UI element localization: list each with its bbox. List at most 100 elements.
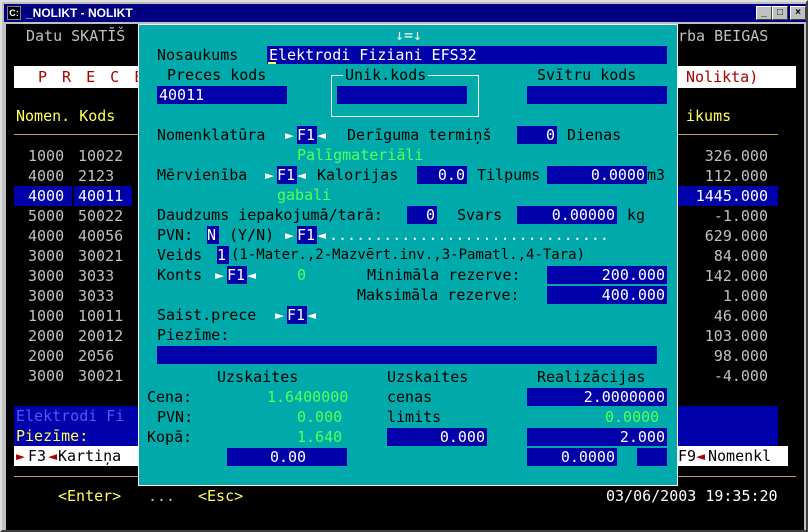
row-nomen[interactable]: 3000 [28,286,64,306]
row-nomen[interactable]: 1000 [28,306,64,326]
row-nomen[interactable]: 4000 [28,166,64,186]
minimize-button[interactable]: _ [756,6,772,20]
nosaukums-label: Nosaukums [157,46,239,64]
realizacijas-cena-input[interactable]: 2.0000000 [527,388,667,406]
row-kods[interactable]: 10011 [78,306,123,326]
bottom-right-extra[interactable] [637,448,667,466]
tilpums-label: Tilpums [477,166,541,184]
row-kods[interactable]: 2123 [78,166,114,186]
row-nomen[interactable]: 3000 [28,266,64,286]
column-header-left: Nomen. Kods [16,107,116,125]
row-nomen[interactable]: 4000 [28,226,64,246]
pvn-dots: ............................... [329,226,609,244]
row-kods[interactable]: 50022 [78,206,123,226]
arrow-right-icon: ► [285,226,295,244]
daudzums-input[interactable]: 0 [407,206,437,224]
row-kods[interactable]: 3033 [78,266,114,286]
row-nomen[interactable]: 2000 [28,346,64,366]
row-value[interactable]: 1445.000 [696,186,768,206]
text-cursor [268,62,276,64]
max-label: Maksimāla rezerve: [357,286,520,304]
row-nomen[interactable]: 4000 [28,186,64,206]
enter-key[interactable]: <Enter> [58,486,121,506]
row-value[interactable]: -4.000 [714,366,768,386]
row-value[interactable]: 1.000 [723,286,768,306]
row-nomen[interactable]: 2000 [28,326,64,346]
row-nomen[interactable]: 5000 [28,206,64,226]
min-label: Minimāla rezerve: [367,266,521,284]
dialog-top-marker: ↓=↓ [395,26,423,44]
row-value[interactable]: 142.000 [705,266,768,286]
row-nomen[interactable]: 1000 [28,146,64,166]
kopa-mid-input[interactable]: 0.000 [387,428,487,446]
konts-label: Konts [157,266,203,284]
row-value[interactable]: -1.000 [714,206,768,226]
row-kods[interactable]: 40011 [78,186,123,206]
max-input[interactable]: 400.000 [547,286,667,304]
f3-key: F3 [28,447,47,465]
bottom-left-input[interactable]: 0.00 [227,448,347,466]
arrow-left-icon: ◄ [317,126,327,144]
dienas-label: Dienas [567,126,622,144]
deriguma-input[interactable]: 0 [517,126,557,144]
row-kods[interactable]: 30021 [78,366,123,386]
row-kods[interactable]: 30021 [78,246,123,266]
kopa-real-input[interactable]: 2.000 [527,428,667,446]
kalorijas-input[interactable]: 0.0 [417,166,467,184]
row-kods[interactable]: 10022 [78,146,123,166]
nomenklatura-f1[interactable]: F1 [297,126,317,144]
tilpums-input[interactable]: 0.0000 [547,166,647,184]
menu-right[interactable]: rba BEIGAS [678,26,768,46]
konts-f1[interactable]: F1 [227,266,247,284]
nomenkl-label: Nomenkl [708,447,772,465]
esc-key[interactable]: <Esc> [198,486,243,506]
uzskaites-header-2: Uzskaites [387,368,469,386]
veids-hint: (1-Mater.,2-Mazvērt.inv.,3-Pamatl.,4-Tar… [231,247,586,263]
menu-left[interactable]: Datu SKATĪŠ [26,26,125,46]
piezime-input[interactable] [157,346,657,364]
kg-label: kg [627,206,646,224]
row-nomen[interactable]: 3000 [28,366,64,386]
row-kods[interactable]: 3033 [78,286,114,306]
row-value[interactable]: 46.000 [714,306,768,326]
bottom-right-input[interactable]: 0.0000 [527,448,617,466]
svitru-kods-input[interactable] [527,86,667,104]
arrow-left-icon: ◄ [317,226,327,244]
row-value[interactable]: 629.000 [705,226,768,246]
row-kods[interactable]: 20012 [78,326,123,346]
maximize-button[interactable]: □ [772,6,788,20]
mervieniba-f1[interactable]: F1 [277,166,297,184]
svars-input[interactable]: 0.00000 [517,206,617,224]
f9-key: F9 [678,447,697,465]
console-screen: Datu SKATĪŠ rba BEIGAS P R E C E Nolikta… [6,24,804,530]
piezime-label: Piezīme: [16,427,89,445]
row-nomen[interactable]: 3000 [28,246,64,266]
item-name: Elektrodi Fi [16,407,125,425]
dos-icon[interactable]: C: [7,6,21,20]
veids-label: Veids [157,246,203,264]
nosaukums-input[interactable]: Elektrodi Fiziani EFS32 [267,46,667,64]
title-bar[interactable]: C: _NOLIKT - NOLIKT _ □ × [4,4,806,22]
row-kods[interactable]: 40056 [78,226,123,246]
row-value[interactable]: 98.000 [714,346,768,366]
arrow-right-icon: ► [285,126,295,144]
veids-input[interactable]: 1 [217,246,229,264]
cena-label: Cena: [147,388,193,406]
saist-label: Saist.prece [157,306,257,324]
row-value[interactable]: 326.000 [705,146,768,166]
kopa-value: 1.640 [297,428,343,446]
saist-f1[interactable]: F1 [287,306,307,324]
row-value[interactable]: 112.000 [705,166,768,186]
close-button[interactable]: × [790,6,806,20]
row-value[interactable]: 84.000 [714,246,768,266]
row-value[interactable]: 103.000 [705,326,768,346]
cenas-label: cenas [387,388,433,406]
unik-kods-input[interactable] [337,86,467,104]
pvn-f1[interactable]: F1 [297,226,317,244]
row-kods[interactable]: 2056 [78,346,114,366]
preces-kods-label: Preces kods [167,66,267,84]
dots: ... [148,487,176,505]
preces-kods-input[interactable]: 40011 [157,86,287,104]
pvn-input[interactable]: N [207,226,219,244]
min-input[interactable]: 200.000 [547,266,667,284]
